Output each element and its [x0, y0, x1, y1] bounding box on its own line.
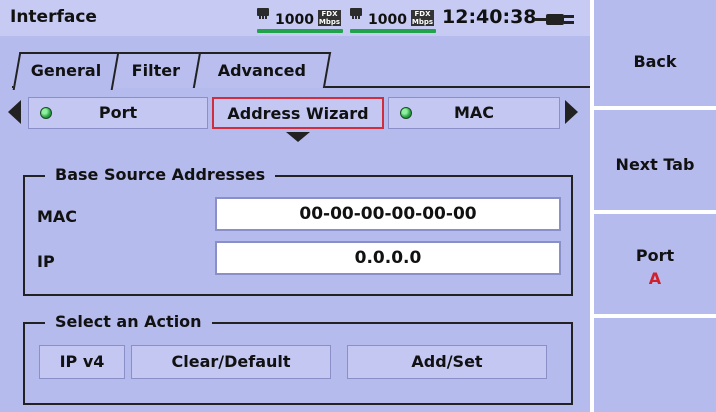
softkey-panel: Back Next Tab Port A [590, 0, 716, 412]
status-bar: Interface 1000 FDX Mbps 1000 FDX Mbps 12:4… [0, 0, 590, 36]
main-panel: Interface 1000 FDX Mbps 1000 FDX Mbps 12:4… [0, 0, 590, 412]
ipv4-button[interactable]: IP v4 [39, 345, 125, 379]
group-title: Select an Action [45, 310, 212, 334]
carousel-port-button[interactable]: Port [28, 97, 208, 129]
link-duplex-badge: FDX Mbps [411, 10, 434, 26]
ip-label: IP [37, 252, 55, 271]
tab-filter[interactable]: Filter [110, 52, 202, 88]
selected-indicator-icon [286, 132, 310, 142]
clock: 12:40:38 [442, 6, 537, 28]
add-set-button[interactable]: Add/Set [347, 345, 547, 379]
link-led [350, 29, 436, 33]
status-led-icon [40, 107, 52, 119]
empty-softkey[interactable] [594, 318, 716, 412]
clear-default-button[interactable]: Clear/Default [131, 345, 331, 379]
port-value: A [648, 269, 662, 288]
power-plug-icon [534, 14, 574, 25]
tab-general[interactable]: General [12, 52, 120, 90]
port-softkey[interactable]: Port A [594, 214, 716, 314]
carousel-address-wizard-button[interactable]: Address Wizard [212, 97, 384, 129]
content-area: Base Source Addresses MAC 00-00-00-00-00… [9, 150, 583, 408]
arrow-right-icon[interactable] [565, 100, 578, 124]
base-source-group: Base Source Addresses MAC 00-00-00-00-00… [23, 163, 573, 296]
link-speed: 1000 [368, 12, 407, 28]
select-action-group: Select an Action IP v4 Clear/Default Add… [23, 310, 573, 405]
mac-field[interactable]: 00-00-00-00-00-00 [215, 197, 561, 231]
page-title: Interface [10, 7, 97, 27]
ethernet-port-icon [257, 8, 269, 19]
next-tab-softkey[interactable]: Next Tab [594, 110, 716, 210]
mac-label: MAC [37, 207, 78, 226]
ethernet-port-icon [350, 8, 362, 19]
status-led-icon [400, 107, 412, 119]
link-duplex-badge: FDX Mbps [318, 10, 341, 26]
group-title: Base Source Addresses [45, 163, 276, 187]
arrow-left-icon[interactable] [8, 100, 21, 124]
screen: Interface 1000 FDX Mbps 1000 FDX Mbps 12:4… [0, 0, 716, 412]
link-speed: 1000 [275, 12, 314, 28]
ip-field[interactable]: 0.0.0.0 [215, 241, 561, 275]
carousel-mac-button[interactable]: MAC [388, 97, 560, 129]
page-carousel: Port Address Wizard MAC [0, 92, 590, 142]
link-led [257, 29, 343, 33]
tab-bar: General Filter Advanced [0, 36, 590, 90]
tab-advanced[interactable]: Advanced [192, 52, 332, 88]
back-softkey[interactable]: Back [594, 0, 716, 106]
